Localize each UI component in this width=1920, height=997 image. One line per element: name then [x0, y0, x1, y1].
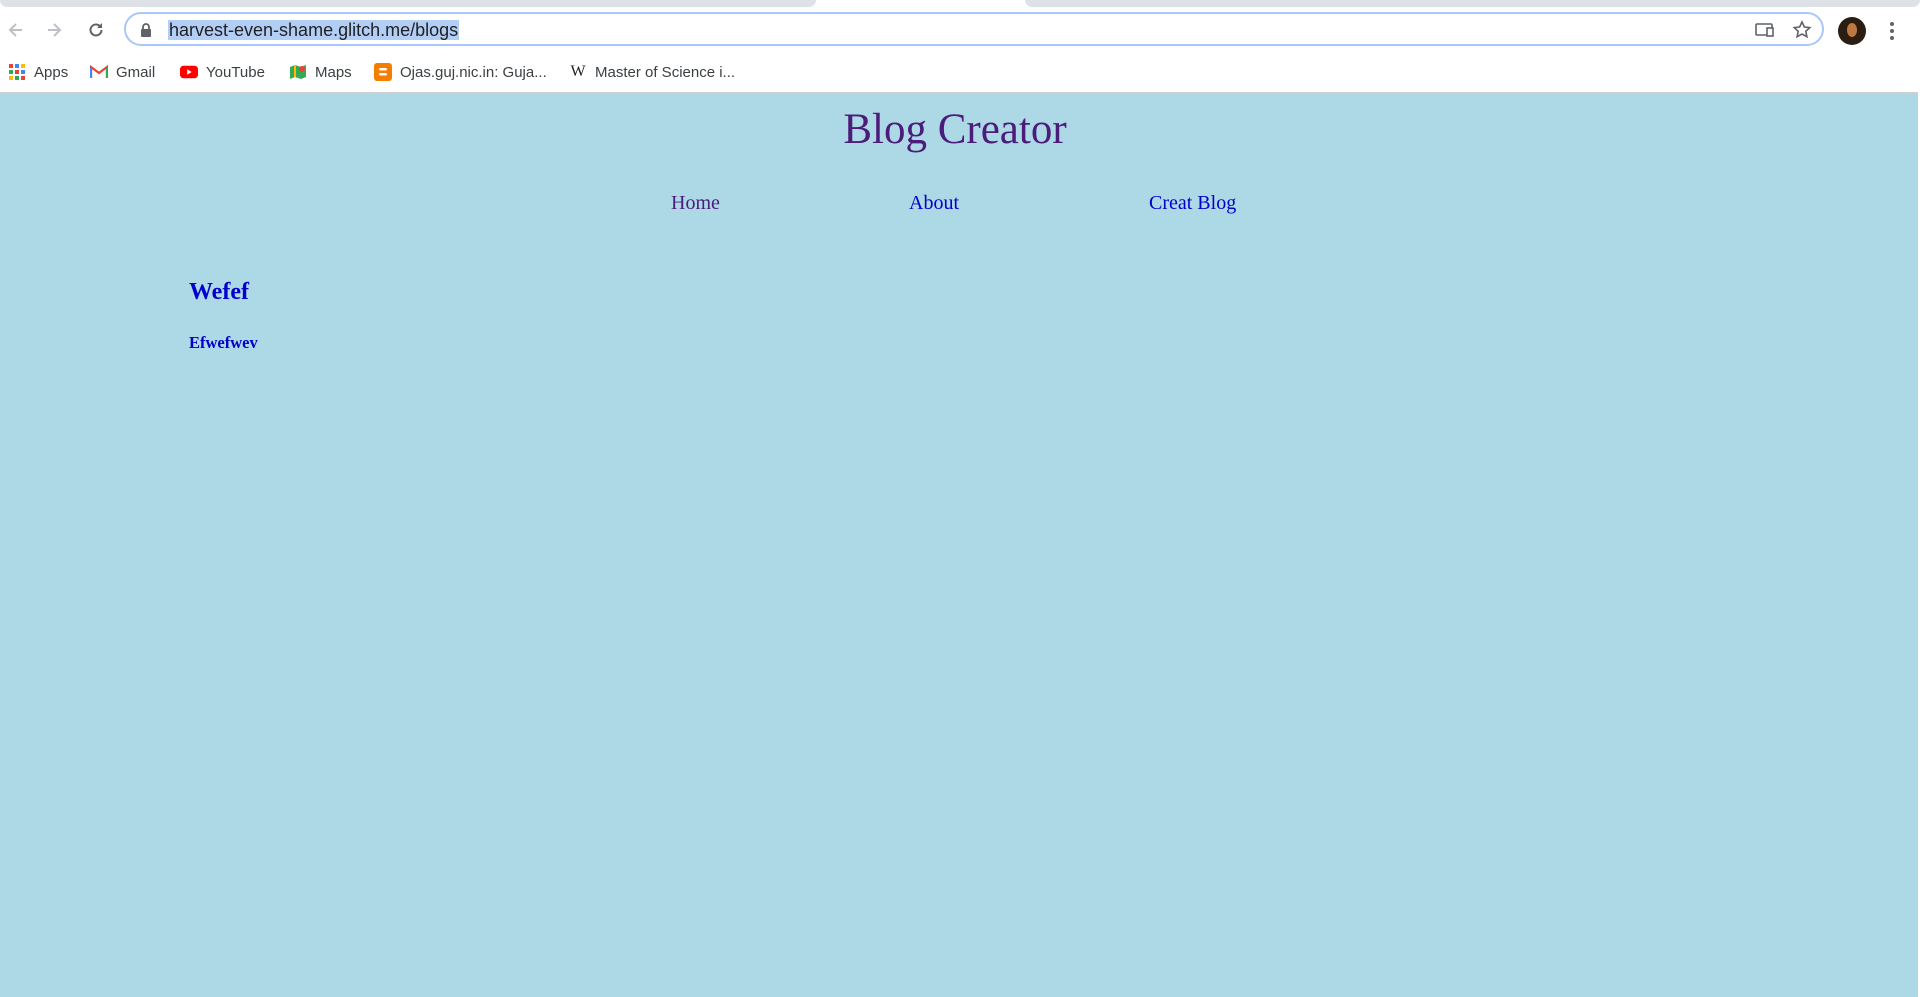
- blog-post-title[interactable]: Wefef: [189, 279, 249, 306]
- back-button[interactable]: [0, 14, 32, 46]
- reload-button[interactable]: [80, 14, 112, 46]
- bookmark-label: YouTube: [206, 63, 265, 81]
- forward-button[interactable]: [38, 14, 70, 46]
- bookmark-master-of-science[interactable]: W Master of Science i...: [569, 62, 735, 82]
- url-text[interactable]: harvest-even-shame.glitch.me/blogs: [168, 20, 460, 40]
- bookmark-label: Gmail: [116, 63, 156, 81]
- blog-post-body: Efwefwev: [189, 333, 258, 352]
- maps-icon: [289, 63, 307, 81]
- page-content: Blog Creator Home About Creat Blog Wefef…: [0, 93, 1920, 997]
- cast-icon[interactable]: [1754, 19, 1776, 41]
- reload-icon: [89, 23, 103, 37]
- inactive-tab[interactable]: [0, 0, 816, 7]
- forward-arrow-icon: [48, 23, 62, 37]
- bookmark-ojas[interactable]: Ojas.guj.nic.in: Guja...: [374, 62, 547, 82]
- bookmarks-bar: Apps Gmail YouTube Maps Ojas.guj.nic.in:…: [0, 52, 1920, 93]
- bookmark-label: Apps: [34, 63, 69, 81]
- bookmark-youtube[interactable]: YouTube: [180, 62, 265, 82]
- tab-strip: [0, 0, 1920, 8]
- site-title: Blog Creator: [843, 106, 1067, 153]
- bookmark-apps[interactable]: Apps: [8, 62, 68, 82]
- wikipedia-icon: W: [570, 63, 586, 80]
- nav-creat-blog-link[interactable]: Creat Blog: [1149, 192, 1236, 215]
- bookmark-maps[interactable]: Maps: [289, 62, 352, 82]
- gmail-icon: [90, 63, 108, 81]
- back-arrow-icon: [8, 23, 22, 37]
- profile-avatar[interactable]: [1838, 17, 1866, 45]
- inactive-tab[interactable]: [1025, 0, 1920, 7]
- apps-grid-icon: [8, 63, 26, 81]
- youtube-icon: [180, 63, 198, 81]
- bookmark-gmail[interactable]: Gmail: [90, 62, 155, 82]
- bookmark-star-icon[interactable]: [1791, 19, 1813, 41]
- bookmark-label: Ojas.guj.nic.in: Guja...: [400, 63, 547, 81]
- bookmark-label: Master of Science i...: [595, 63, 736, 81]
- bookmark-label: Maps: [315, 63, 352, 81]
- nav-about-link[interactable]: About: [909, 192, 959, 215]
- lock-icon[interactable]: [140, 22, 152, 43]
- blogger-icon: [374, 63, 392, 81]
- browser-toolbar: harvest-even-shame.glitch.me/blogs: [0, 8, 1920, 52]
- address-bar[interactable]: harvest-even-shame.glitch.me/blogs: [124, 12, 1824, 46]
- browser-menu-icon[interactable]: [1880, 17, 1904, 45]
- nav-home-link[interactable]: Home: [671, 192, 720, 215]
